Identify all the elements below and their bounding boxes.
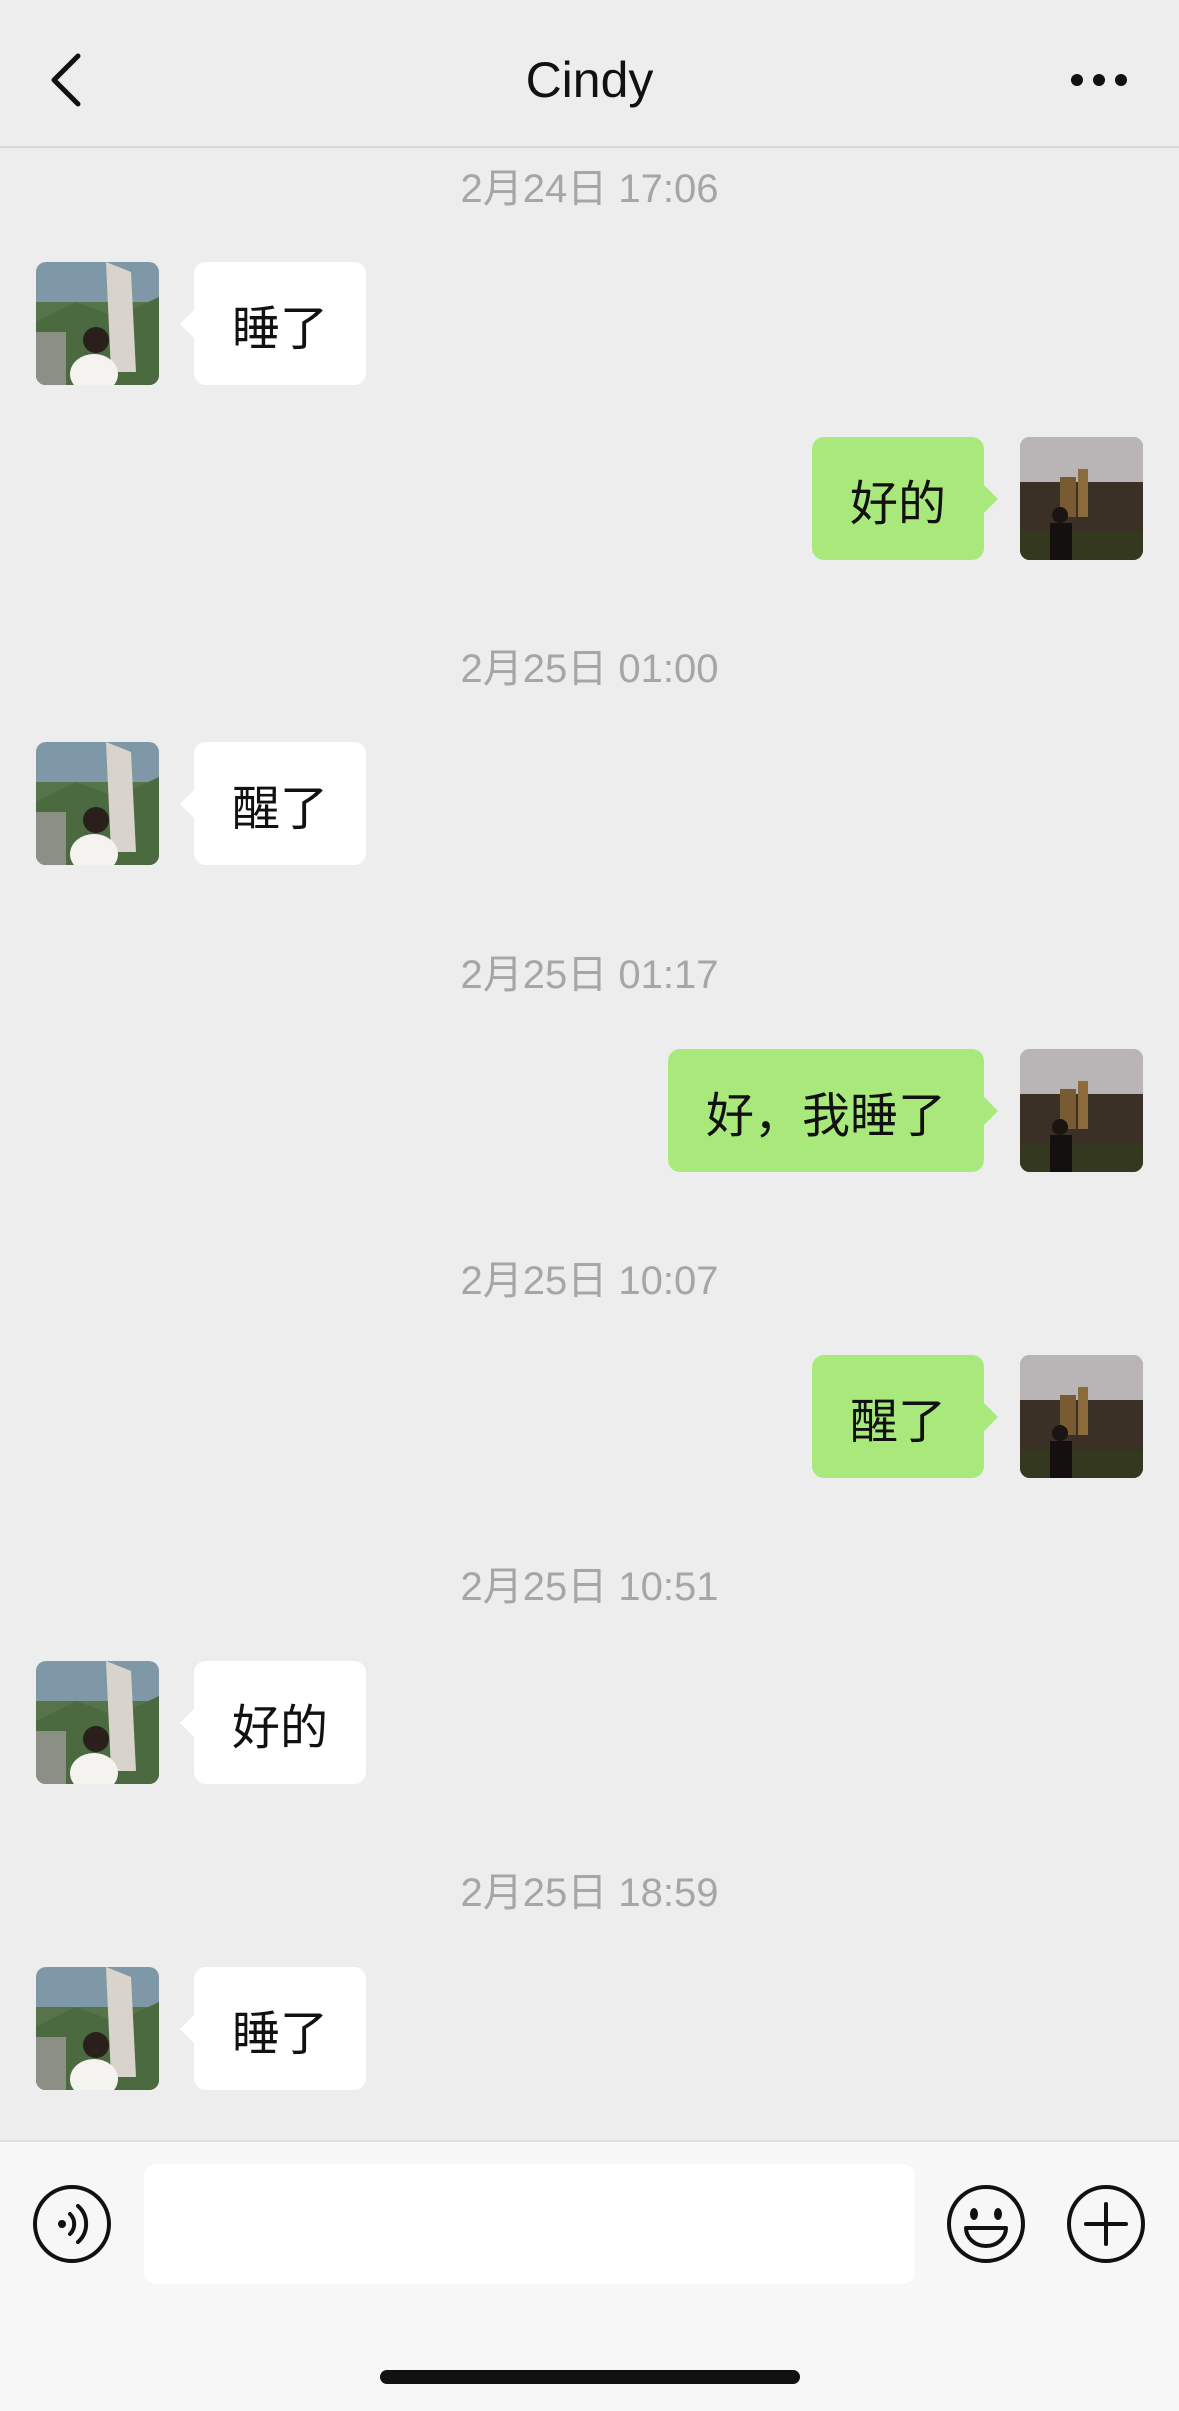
contact-avatar[interactable] — [36, 1967, 159, 2090]
page-title: Cindy — [525, 52, 654, 108]
timestamp: 2月25日 10:07 — [460, 1259, 719, 1303]
message-bubble-incoming[interactable]: 睡了 — [179, 1967, 367, 2090]
message-bubble-outgoing[interactable]: 好，我睡了 — [667, 1049, 999, 1172]
emoji-icon — [947, 2185, 1025, 2263]
message-bubble-incoming[interactable]: 醒了 — [179, 742, 367, 865]
message-bubble-incoming[interactable]: 好的 — [179, 1661, 367, 1784]
timestamp: 2月25日 01:17 — [460, 953, 719, 997]
timestamp: 2月24日 17:06 — [460, 167, 719, 211]
message-bubble-incoming[interactable]: 睡了 — [179, 262, 367, 385]
my-avatar[interactable] — [1020, 1049, 1143, 1172]
ellipsis-icon — [1071, 74, 1127, 86]
voice-button[interactable] — [32, 2184, 112, 2264]
timestamp: 2月25日 10:51 — [460, 1565, 719, 1609]
home-indicator[interactable] — [380, 2370, 800, 2384]
my-avatar[interactable] — [1020, 1355, 1143, 1478]
contact-avatar[interactable] — [36, 742, 159, 865]
more-button[interactable] — [1059, 52, 1139, 108]
emoji-button[interactable] — [946, 2184, 1026, 2264]
voice-icon — [33, 2185, 111, 2263]
plus-icon — [1067, 2185, 1145, 2263]
nav-bar: Cindy — [0, 0, 1179, 148]
plus-button[interactable] — [1066, 2184, 1146, 2264]
timestamp: 2月25日 01:00 — [460, 647, 719, 691]
contact-avatar[interactable] — [36, 262, 159, 385]
message-bubble-outgoing[interactable]: 醒了 — [811, 1355, 999, 1478]
message-input[interactable] — [144, 2164, 915, 2284]
contact-avatar[interactable] — [36, 1661, 159, 1784]
message-bubble-outgoing[interactable]: 好的 — [811, 437, 999, 560]
my-avatar[interactable] — [1020, 437, 1143, 560]
timestamp: 2月25日 18:59 — [460, 1871, 719, 1915]
